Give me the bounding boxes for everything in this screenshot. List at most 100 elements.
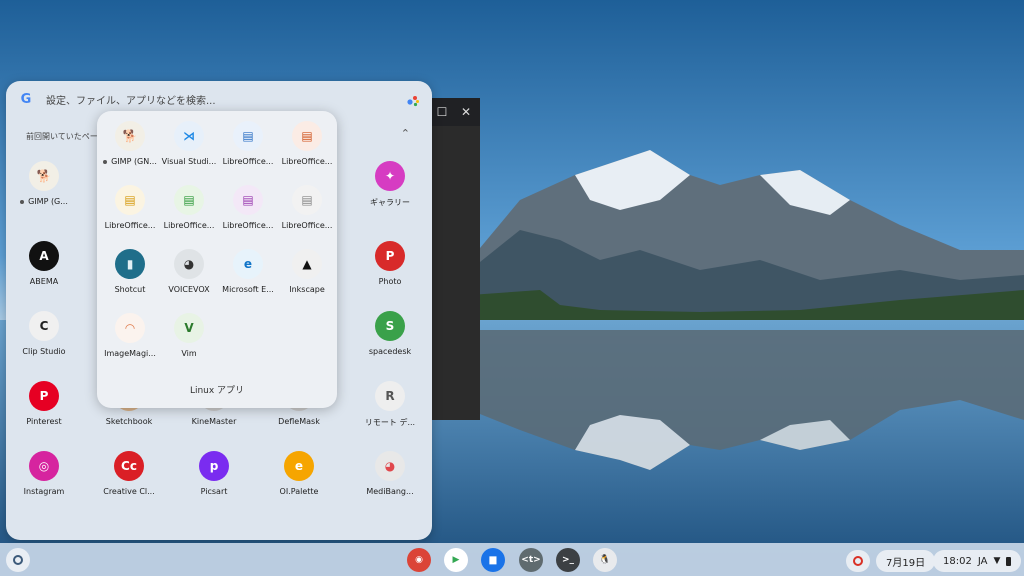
app-label: KineMaster — [191, 417, 237, 426]
search-input[interactable]: 設定、ファイル、アプリなどを検索... — [46, 92, 216, 107]
libreoffice-icon: ▤ — [115, 185, 145, 215]
spacedesk-icon: S — [375, 311, 405, 341]
shotcut-icon: ▮ — [115, 249, 145, 279]
inkscape-icon: ▲ — [292, 249, 322, 279]
launcher_apps-app-app[interactable]: R リモート デ... — [352, 381, 428, 428]
app-icon: R — [375, 381, 405, 411]
gimp-gn-icon: 🐕 — [115, 121, 145, 151]
record-icon — [853, 556, 863, 566]
app-label: Creative Cl... — [103, 487, 155, 496]
clip-studio-icon: C — [29, 311, 59, 341]
folder.apps-app-libreoffice[interactable]: ▤ LibreOffice... — [99, 185, 161, 230]
maximize-button[interactable]: ☐ — [436, 105, 448, 119]
folder.apps-app-microsoft-e[interactable]: e Microsoft E... — [217, 249, 279, 294]
folder-title[interactable]: Linux アプリ — [97, 383, 337, 396]
running-indicator-icon — [103, 159, 108, 164]
chrome-icon[interactable]: ◉ — [407, 548, 431, 572]
folder.apps-app-visual-studi[interactable]: ⋊ Visual Studi... — [158, 121, 220, 166]
close-button[interactable]: ✕ — [460, 105, 472, 119]
screen-record-button[interactable] — [846, 550, 870, 572]
folder.apps-app-libreoffice[interactable]: ▤ LibreOffice... — [158, 185, 220, 230]
app-label: OI.Palette — [279, 487, 319, 496]
folder.apps-app-vim[interactable]: V Vim — [158, 313, 220, 358]
vim-icon: V — [174, 313, 204, 343]
app-label: LibreOffice... — [163, 221, 215, 230]
gimp-g-icon: 🐕 — [29, 161, 59, 191]
folder.apps-app-inkscape[interactable]: ▲ Inkscape — [276, 249, 338, 294]
libreoffice-icon: ▤ — [292, 185, 322, 215]
folder.apps-app-libreoffice[interactable]: ▤ LibreOffice... — [217, 121, 279, 166]
files-icon[interactable]: ▆ — [481, 548, 505, 572]
app-icon: ✦ — [375, 161, 405, 191]
battery-icon — [1006, 556, 1012, 566]
app-label: Photo — [378, 277, 402, 286]
launcher_apps-app-app[interactable]: ✦ ギャラリー — [352, 161, 428, 208]
app-label: VOICEVOX — [168, 285, 210, 294]
folder.apps-app-shotcut[interactable]: ▮ Shotcut — [99, 249, 161, 294]
running-indicator-icon — [20, 199, 25, 204]
launcher_apps-app-oi-palette[interactable]: e OI.Palette — [261, 451, 337, 496]
libreoffice-icon: ▤ — [233, 185, 263, 215]
app-label: Inkscape — [289, 285, 325, 294]
app-label: Clip Studio — [22, 347, 66, 356]
terminal-icon[interactable]: >_ — [556, 548, 580, 572]
linux-apps-folder: 🐕 GIMP (GN... ⋊ Visual Studi... ▤ LibreOffice… — [97, 111, 337, 408]
launcher-button[interactable] — [6, 548, 30, 572]
app-label: ABEMA — [29, 277, 59, 286]
launcher_apps-app-photo[interactable]: P Photo — [352, 241, 428, 286]
folder.apps-app-voicevox[interactable]: ◕ VOICEVOX — [158, 249, 220, 294]
launcher_apps-app-creative-cl[interactable]: Cc Creative Cl... — [91, 451, 167, 496]
pinterest-icon: P — [29, 381, 59, 411]
status-tray[interactable]: 18:02 JA ▼ — [933, 550, 1022, 572]
launcher_apps-app-spacedesk[interactable]: Sspacedesk — [352, 311, 428, 356]
folder.apps-app-gimp-gn[interactable]: 🐕 GIMP (GN... — [99, 121, 161, 166]
date-text: 7月19日 — [886, 557, 926, 569]
imagemagi-icon: ◠ — [115, 313, 145, 343]
folder.apps-app-libreoffice[interactable]: ▤ LibreOffice... — [217, 185, 279, 230]
microsoft-e-icon: e — [233, 249, 263, 279]
medibang-icon: ◕ — [375, 451, 405, 481]
launcher_apps-app-gimp-g[interactable]: 🐕 GIMP (G... — [6, 161, 82, 206]
google-g-icon: G — [20, 91, 32, 107]
launcher_apps-app-instagram[interactable]: ◎ Instagram — [6, 451, 82, 496]
libreoffice-icon: ▤ — [233, 121, 263, 151]
play-store-icon[interactable]: ▶ — [444, 548, 468, 572]
picsart-icon: p — [199, 451, 229, 481]
app-label: MediBang... — [366, 487, 414, 496]
app-label: LibreOffice... — [104, 221, 156, 230]
instagram-icon: ◎ — [29, 451, 59, 481]
recent-apps-label: 前回開いていたペー — [26, 132, 98, 141]
app-label: LibreOffice... — [222, 157, 274, 166]
app-label: Picsart — [200, 487, 228, 496]
app-label: GIMP (GN... — [99, 157, 161, 166]
launcher_apps-app-clip-studio[interactable]: C Clip Studio — [6, 311, 82, 356]
app-label: LibreOffice... — [281, 157, 333, 166]
oi-palette-icon: e — [284, 451, 314, 481]
time-text: 18:02 — [943, 555, 972, 567]
app-label: Visual Studi... — [161, 157, 217, 166]
app-label: DefleMask — [278, 417, 320, 426]
app-label: ギャラリー — [370, 198, 410, 207]
libreoffice-icon: ▤ — [174, 185, 204, 215]
app-label: GIMP (G... — [6, 197, 82, 206]
launcher_apps-app-picsart[interactable]: p Picsart — [176, 451, 252, 496]
visual-studi-icon: ⋊ — [174, 121, 204, 151]
shelf: ◉ ▶ ▆ <t> >_ 🐧 7月19日 18:02 JA ▼ — [0, 543, 1024, 576]
launcher_apps-app-medibang[interactable]: ◕ MediBang... — [352, 451, 428, 496]
voicevox-icon: ◕ — [174, 249, 204, 279]
date-pill[interactable]: 7月19日 — [876, 550, 936, 572]
text-icon[interactable]: <t> — [519, 548, 543, 572]
folder.apps-app-libreoffice[interactable]: ▤ LibreOffice... — [276, 121, 338, 166]
ime-indicator: JA — [977, 555, 988, 567]
launcher_apps-app-abema[interactable]: A ABEMA — [6, 241, 82, 286]
folder.apps-app-imagemagi[interactable]: ◠ ImageMagi... — [99, 313, 161, 358]
penguin-icon[interactable]: 🐧 — [593, 548, 617, 572]
assistant-icon[interactable] — [406, 93, 420, 107]
launcher_apps-app-pinterest[interactable]: P Pinterest — [6, 381, 82, 426]
chevron-up-icon[interactable]: ⌃ — [401, 127, 410, 140]
folder.apps-app-libreoffice[interactable]: ▤ LibreOffice... — [276, 185, 338, 230]
creative-cl-icon: Cc — [114, 451, 144, 481]
app-label: Microsoft E... — [222, 285, 274, 294]
libreoffice-icon: ▤ — [292, 121, 322, 151]
app-label: Vim — [181, 349, 197, 358]
